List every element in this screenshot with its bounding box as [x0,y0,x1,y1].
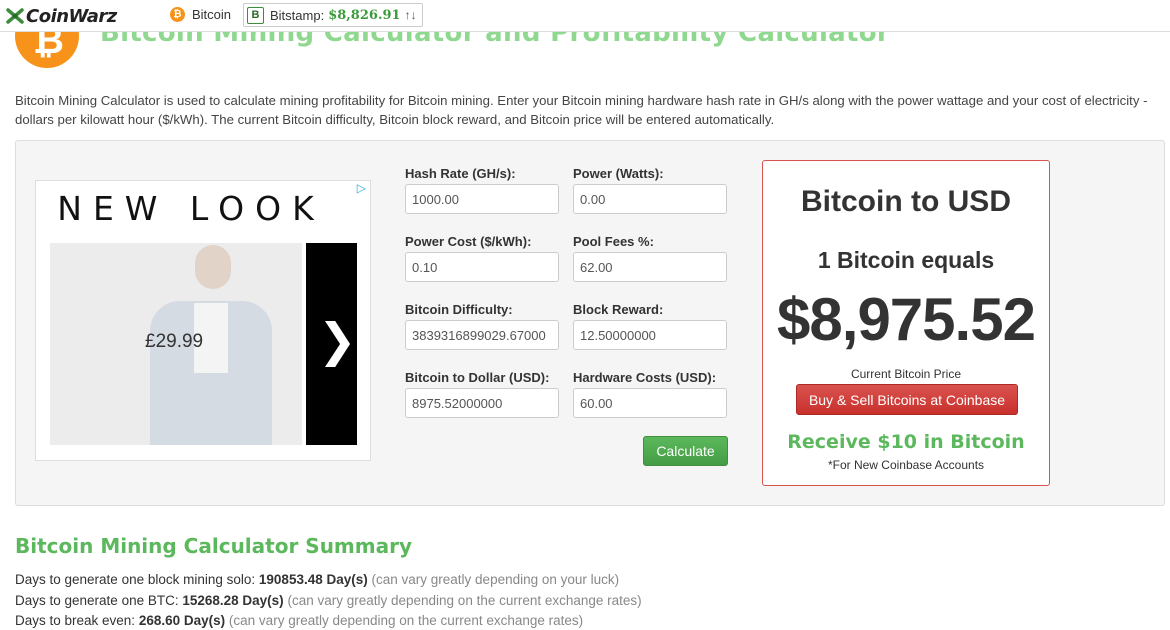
difficulty-label: Bitcoin Difficulty: [405,302,513,317]
summary-value: 190853.48 Day(s) [258,572,368,587]
bitstamp-label: Bitstamp: [270,7,325,23]
power-label: Power (Watts): [573,166,664,181]
nav-bitcoin-label: Bitcoin [192,7,232,22]
model-head [195,245,231,289]
summary-note: (can vary greatly depending on the curre… [287,593,642,608]
summary-label: Days to break even: [15,613,136,628]
summary-value: 15268.28 Day(s) [182,593,284,608]
promo-note: *For New Coinbase Accounts [827,458,985,472]
bitstamp-ticker[interactable]: B Bitstamp: $8,826.91 ↑↓ [243,3,423,27]
hash-rate-input[interactable] [405,184,559,214]
price-box-title: Bitcoin to USD [801,185,1011,218]
block-reward-input[interactable] [573,320,727,350]
summary-title: Bitcoin Mining Calculator Summary [15,534,413,558]
bitcoin-price-box: Bitcoin to USD 1 Bitcoin equals $8,975.5… [762,160,1050,486]
summary-line-solo: Days to generate one block mining solo: … [15,572,619,587]
power-cost-group: Power Cost ($/kWh): [405,234,559,282]
ad-price: £29.99 [145,331,204,352]
hardware-costs-group: Hardware Costs (USD): [573,370,727,418]
difficulty-input[interactable] [405,320,559,350]
hash-rate-group: Hash Rate (GH/s): [405,166,559,214]
summary-note: (can vary greatly depending on your luck… [371,572,620,587]
logo-text: CoinWarz [26,5,117,27]
summary-label: Days to generate one block mining solo: [15,572,256,587]
price-caption: Current Bitcoin Price [850,367,962,381]
power-group: Power (Watts): [573,166,727,214]
pool-fees-label: Pool Fees %: [573,234,654,249]
ad-choices-icon[interactable]: ▷ [357,181,366,195]
bitstamp-icon: B [247,6,264,24]
summary-line-btc: Days to generate one BTC: 15268.28 Day(s… [15,593,642,608]
hash-rate-label: Hash Rate (GH/s): [405,166,516,181]
power-cost-label: Power Cost ($/kWh): [405,234,532,249]
intro-paragraph: Bitcoin Mining Calculator is used to cal… [15,93,1148,127]
price-box-subtitle: 1 Bitcoin equals [817,247,995,273]
ad-next-button[interactable]: ❯ [306,243,357,445]
block-reward-label: Block Reward: [573,302,664,317]
advertisement[interactable]: NEW LOOK ▷ £29.99 ❯ [35,180,371,461]
hardware-costs-input[interactable] [573,388,727,418]
block-reward-group: Block Reward: [573,302,727,350]
summary-value: 268.60 Day(s) [138,613,226,628]
summary-line-break-even: Days to break even: 268.60 Day(s) (can v… [15,613,583,628]
power-cost-input[interactable] [405,252,559,282]
power-input[interactable] [573,184,727,214]
coinwarz-logo[interactable]: CoinWarz [6,5,117,27]
summary-label: Days to generate one BTC: [15,593,179,608]
bitcoin-price: $8,975.52 [777,286,1036,353]
coinbase-promo-link[interactable]: Receive $10 in Bitcoin [763,431,1049,453]
chevron-right-icon: ❯ [318,313,357,367]
btc-to-usd-label: Bitcoin to Dollar (USD): [405,370,550,385]
btc-to-usd-group: Bitcoin to Dollar (USD): [405,370,559,418]
bitcoin-icon: ₿ [170,7,185,22]
coinwarz-logo-icon [6,8,24,24]
top-nav-bar: CoinWarz ₿ Bitcoin B Bitstamp: $8,826.91… [0,0,1170,32]
price-direction-icon: ↑↓ [404,8,417,22]
pool-fees-input[interactable] [573,252,727,282]
calculate-button[interactable]: Calculate [643,436,728,466]
nav-bitcoin-link[interactable]: ₿ Bitcoin [170,7,231,22]
ad-brand: NEW LOOK [57,189,325,228]
bitstamp-price: $8,826.91 [328,7,401,23]
pool-fees-group: Pool Fees %: [573,234,727,282]
difficulty-group: Bitcoin Difficulty: [405,302,559,350]
btc-to-usd-input[interactable] [405,388,559,418]
hardware-costs-label: Hardware Costs (USD): [573,370,717,385]
summary-note: (can vary greatly depending on the curre… [228,613,584,628]
coinbase-button[interactable]: Buy & Sell Bitcoins at Coinbase [796,384,1018,415]
ad-product-image[interactable]: £29.99 [50,243,302,445]
